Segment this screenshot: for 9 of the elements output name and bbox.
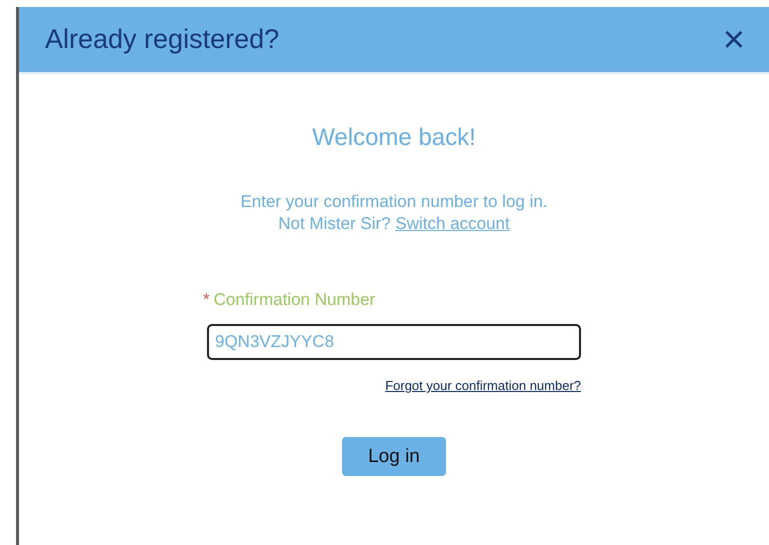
forgot-link[interactable]: Forgot your confirmation number? (385, 378, 581, 393)
instructions-text: Enter your confirmation number to log in. (240, 191, 548, 213)
account-text: Not Mister Sir? Switch account (278, 214, 510, 234)
dialog-title: Already registered? (45, 24, 280, 55)
welcome-heading: Welcome back! (312, 124, 476, 152)
close-button[interactable]: × (722, 20, 745, 58)
required-mark: * (203, 290, 210, 310)
login-button[interactable]: Log in (342, 437, 446, 476)
field-label: Confirmation Number (214, 290, 376, 310)
